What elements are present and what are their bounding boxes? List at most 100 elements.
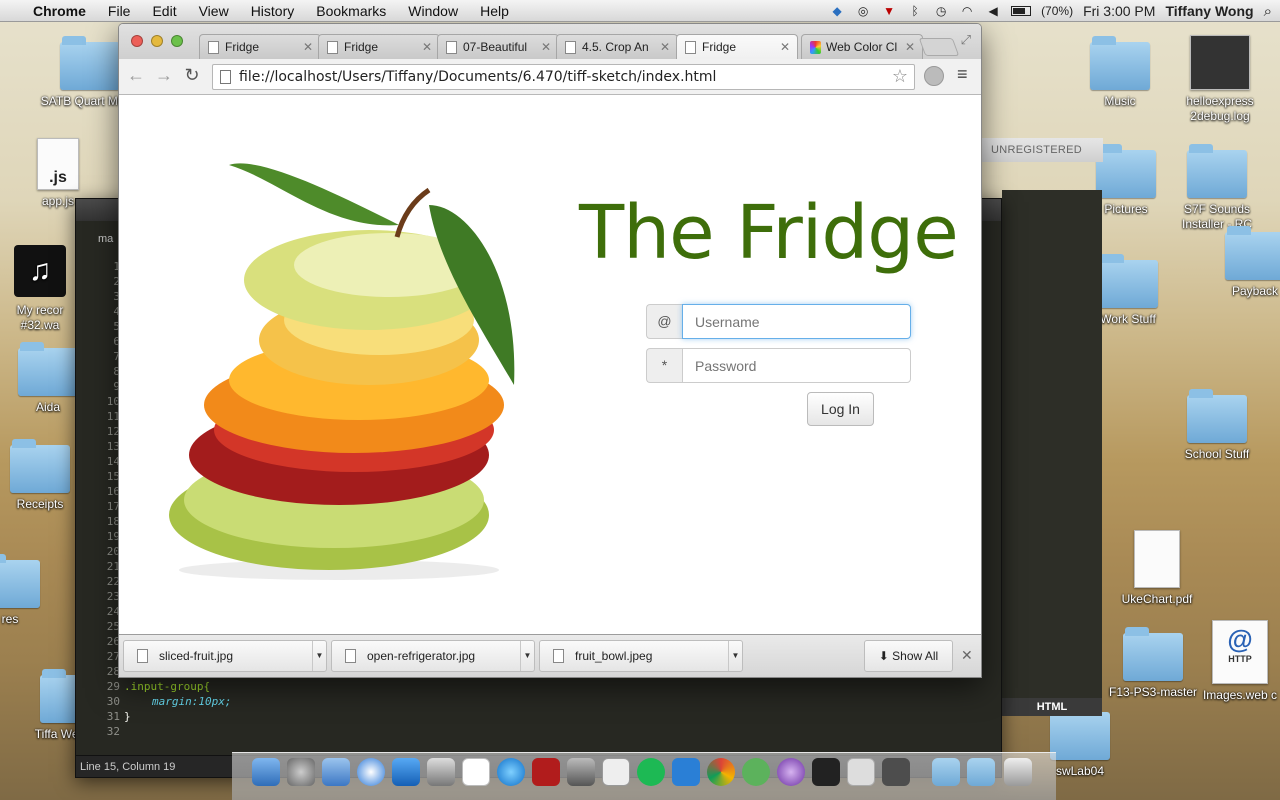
download-item[interactable]: fruit_bowl.jpeg ▼ [539, 640, 743, 672]
line-number: 32 [106, 725, 120, 738]
facetime-icon[interactable] [427, 758, 455, 786]
download-item[interactable]: sliced-fruit.jpg ▼ [123, 640, 327, 672]
extension-icon[interactable] [924, 66, 944, 86]
fullscreen-icon[interactable]: ⤢ [961, 32, 971, 48]
editor-minimap[interactable] [1002, 190, 1102, 698]
sync-icon[interactable]: ◎ [855, 4, 871, 18]
zoom-window-button[interactable] [171, 35, 183, 47]
browser-tab[interactable]: 4.5. Crop An ✕ [556, 34, 678, 59]
desktop-folder[interactable]: F13-PS3-master [1103, 627, 1203, 700]
color-wheel-icon [810, 41, 821, 54]
close-window-button[interactable] [131, 35, 143, 47]
browser-tab-active[interactable]: Fridge ✕ [676, 34, 798, 59]
clock[interactable]: Fri 3:00 PM [1083, 3, 1155, 19]
spotify-icon[interactable] [637, 758, 665, 786]
shield-icon[interactable]: ▼ [881, 4, 897, 18]
line-number: 22 [106, 575, 120, 588]
line-number: 21 [106, 560, 120, 573]
desktop-folder[interactable]: Receipts [0, 439, 80, 512]
eclipse-icon[interactable] [777, 758, 805, 786]
calendar-icon[interactable] [462, 758, 490, 786]
bookmark-star-icon[interactable]: ☆ [892, 65, 908, 89]
desktop-file-pdf[interactable]: UkeChart.pdf [1107, 530, 1207, 607]
trash-icon[interactable] [1004, 758, 1032, 786]
safari-icon[interactable] [357, 758, 385, 786]
address-bar[interactable]: file://localhost/Users/Tiffany/Documents… [212, 64, 915, 90]
word-icon[interactable] [672, 758, 700, 786]
desktop-audio-file[interactable]: ♫ My recor #32.wa [0, 245, 80, 333]
minimize-window-button[interactable] [151, 35, 163, 47]
username-input[interactable] [682, 304, 911, 339]
menu-help[interactable]: Help [469, 3, 520, 19]
finder-icon[interactable] [252, 758, 280, 786]
editor-tab[interactable]: ma [98, 233, 113, 245]
reload-button[interactable]: ↻ [181, 65, 203, 86]
new-tab-button[interactable] [918, 38, 960, 56]
terminal-icon[interactable] [812, 758, 840, 786]
downloads-stack-icon[interactable] [967, 758, 995, 786]
bluetooth-icon[interactable]: ᛒ [907, 4, 923, 18]
launchpad-icon[interactable] [287, 758, 315, 786]
close-tab-icon[interactable]: ✕ [541, 35, 551, 59]
desktop-folder[interactable]: School Stuff [1167, 389, 1267, 462]
js-file-icon: .js [37, 138, 79, 190]
close-downloads-icon[interactable]: ✕ [961, 647, 973, 664]
desktop-folder[interactable]: S7F Sounds Installer - RC [1167, 144, 1267, 232]
music-app-icon[interactable] [602, 758, 630, 786]
close-tab-icon[interactable]: ✕ [905, 35, 915, 59]
chevron-down-icon[interactable]: ▼ [520, 641, 534, 671]
chevron-down-icon[interactable]: ▼ [312, 641, 326, 671]
chrome-icon[interactable] [707, 758, 735, 786]
menu-file[interactable]: File [97, 3, 142, 19]
time-machine-icon[interactable]: ◷ [933, 4, 949, 18]
textedit-icon[interactable] [847, 758, 875, 786]
menu-edit[interactable]: Edit [141, 3, 187, 19]
desktop-folder[interactable]: res [0, 554, 50, 627]
user-name[interactable]: Tiffany Wong [1165, 3, 1253, 19]
brackets-icon[interactable] [742, 758, 770, 786]
system-preferences-icon[interactable] [567, 758, 595, 786]
close-tab-icon[interactable]: ✕ [303, 35, 313, 59]
volume-icon[interactable]: ◀ [985, 4, 1001, 18]
menu-app-name[interactable]: Chrome [22, 3, 97, 19]
menu-view[interactable]: View [188, 3, 240, 19]
menu-window[interactable]: Window [397, 3, 469, 19]
chevron-down-icon[interactable]: ▼ [728, 641, 742, 671]
photo-booth-icon[interactable] [532, 758, 560, 786]
line-number: 11 [106, 410, 120, 423]
login-button[interactable]: Log In [807, 392, 874, 426]
code-area[interactable]: .input-group{ margin:10px; } [124, 679, 231, 724]
desktop-folder[interactable]: Payback [1220, 226, 1280, 299]
close-tab-icon[interactable]: ✕ [660, 35, 670, 59]
editor-syntax-label[interactable]: HTML [1002, 698, 1102, 716]
menu-history[interactable]: History [240, 3, 306, 19]
browser-tab[interactable]: Fridge ✕ [199, 34, 321, 59]
battery-icon[interactable] [1011, 6, 1032, 16]
menu-bookmarks[interactable]: Bookmarks [305, 3, 397, 19]
close-tab-icon[interactable]: ✕ [780, 35, 790, 59]
forward-button[interactable]: → [153, 65, 175, 86]
spotlight-icon[interactable]: ⌕ [1264, 3, 1272, 20]
dropbox-icon[interactable]: ◆ [829, 4, 845, 18]
back-button[interactable]: ← [125, 65, 147, 86]
app-store-icon[interactable] [392, 758, 420, 786]
folder-stack-icon[interactable] [932, 758, 960, 786]
browser-tab[interactable]: Fridge ✕ [318, 34, 440, 59]
itunes-icon[interactable] [497, 758, 525, 786]
mail-icon[interactable] [322, 758, 350, 786]
sublime-text-icon[interactable] [882, 758, 910, 786]
browser-tab[interactable]: 07-Beautiful ✕ [437, 34, 559, 59]
line-number: 19 [106, 530, 120, 543]
menu-icon[interactable]: ≡ [957, 64, 968, 85]
close-tab-icon[interactable]: ✕ [422, 35, 432, 59]
page-icon [327, 41, 338, 54]
desktop-webloc[interactable]: @ HTTP Images.web c [1200, 620, 1280, 703]
download-item[interactable]: open-refrigerator.jpg ▼ [331, 640, 535, 672]
browser-tab[interactable]: Web Color Cl ✕ [801, 34, 923, 59]
wifi-icon[interactable]: ◠ [959, 4, 975, 18]
desktop-file-log[interactable]: helloexpress 2debug.log [1170, 35, 1270, 124]
show-all-downloads-button[interactable]: ⬇ Show All [864, 640, 953, 672]
password-input[interactable] [682, 348, 911, 383]
desktop-folder[interactable]: Music [1070, 36, 1170, 109]
code-selector: .input-group{ [124, 680, 211, 693]
